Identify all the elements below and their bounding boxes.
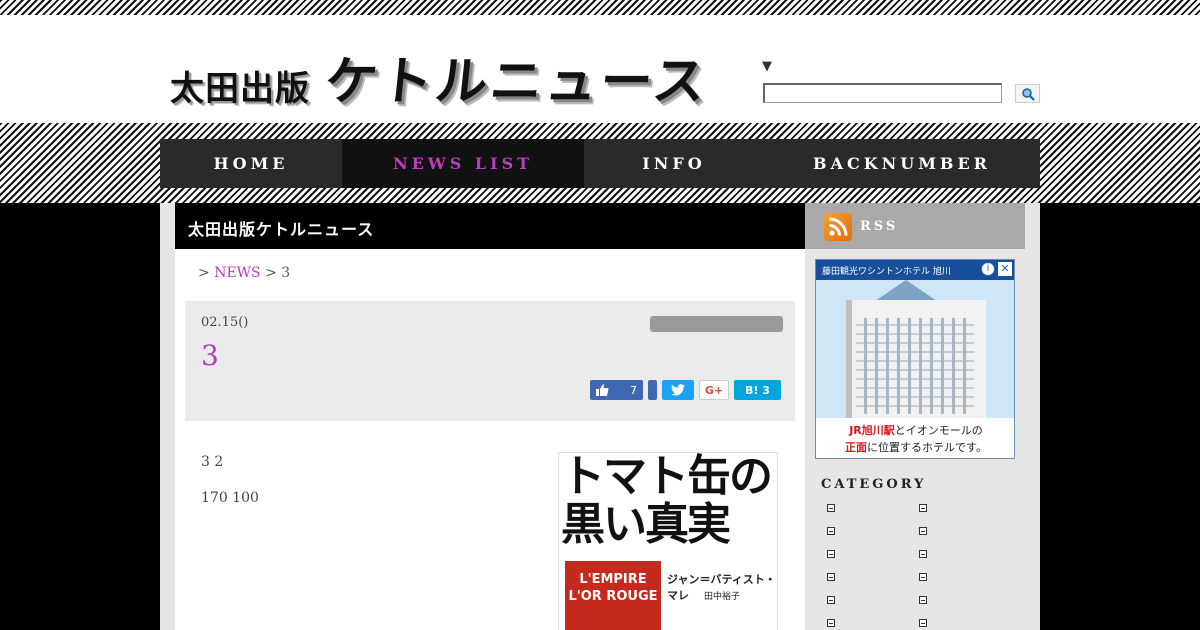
main-content: 太田出版ケトルニュース > NEWS > 3 02.15() 3 7 G+ B!… bbox=[175, 203, 805, 630]
ad-caption-text: に位置するホテルです。 bbox=[867, 441, 987, 454]
category-list bbox=[827, 501, 1017, 629]
logo-site-name: ケトルニュース bbox=[322, 52, 711, 112]
hotel-windows-illustration bbox=[856, 318, 974, 414]
nav-info[interactable]: INFO bbox=[584, 139, 764, 188]
logo-publisher: 太田出版 bbox=[170, 69, 310, 109]
bullet-icon bbox=[827, 595, 835, 604]
hatena-label: B! bbox=[745, 383, 759, 397]
bullet-icon bbox=[827, 526, 835, 535]
close-icon[interactable]: ✕ bbox=[998, 262, 1012, 276]
search-toggle[interactable]: ▼ bbox=[762, 59, 772, 74]
ad-caption-highlight: JR旭川駅 bbox=[849, 424, 895, 437]
hatena-bookmark-button[interactable]: B! 3 bbox=[734, 380, 781, 400]
site-logo[interactable]: 太田出版 ケトルニュース bbox=[170, 39, 711, 114]
hatena-count: 3 bbox=[762, 383, 770, 397]
rss-bar[interactable]: RSS bbox=[805, 203, 1025, 249]
category-item[interactable] bbox=[919, 524, 1011, 537]
entry-meta-bar bbox=[650, 316, 783, 332]
search-input[interactable] bbox=[763, 83, 1002, 103]
category-title: CATEGORY bbox=[821, 477, 927, 492]
bullet-icon bbox=[827, 618, 835, 627]
bullet-icon bbox=[827, 503, 835, 512]
nav-home[interactable]: HOME bbox=[160, 139, 342, 188]
nav-backnumber[interactable]: BACKNUMBER bbox=[764, 139, 1040, 188]
top-stripe-decoration bbox=[0, 0, 1200, 15]
rss-icon bbox=[824, 213, 852, 241]
book-title-line: 黒い真実 bbox=[561, 499, 731, 550]
bullet-icon bbox=[827, 549, 835, 558]
category-item[interactable] bbox=[827, 547, 919, 560]
bullet-icon bbox=[919, 572, 927, 581]
breadcrumb-separator: > bbox=[198, 265, 210, 281]
bullet-icon bbox=[919, 618, 927, 627]
category-item[interactable] bbox=[919, 570, 1011, 583]
twitter-icon bbox=[671, 384, 685, 396]
category-item[interactable] bbox=[919, 616, 1011, 629]
main-nav: HOME NEWS LIST INFO BACKNUMBER bbox=[160, 139, 1040, 188]
bullet-icon bbox=[827, 572, 835, 581]
advertisement-banner[interactable]: 藤田観光ワシントンホテル 旭川 i ✕ JR旭川駅とイオンモールの 正面に位置す… bbox=[815, 259, 1015, 459]
nav-news-list[interactable]: NEWS LIST bbox=[342, 139, 584, 188]
tomato-can-illustration: L'EMPIRE L'OR ROUGE bbox=[565, 561, 661, 630]
book-cover-image[interactable]: トマト缶の 黒い真実 L'EMPIRE L'OR ROUGE ジャン＝バティスト… bbox=[558, 452, 778, 630]
category-item[interactable] bbox=[919, 501, 1011, 514]
article-paragraph: 3 2 bbox=[201, 454, 224, 470]
category-item[interactable] bbox=[827, 501, 919, 514]
article-body: 3 2 170 100 bbox=[201, 449, 531, 521]
category-item[interactable] bbox=[827, 616, 919, 629]
category-item[interactable] bbox=[919, 547, 1011, 560]
breadcrumb-separator: > bbox=[265, 265, 277, 281]
ad-caption: JR旭川駅とイオンモールの 正面に位置するホテルです。 bbox=[816, 418, 1014, 458]
can-label-line: L'OR ROUGE bbox=[568, 589, 658, 604]
book-title-line: トマト缶の bbox=[561, 452, 773, 502]
bullet-icon bbox=[919, 503, 927, 512]
thumbs-up-icon bbox=[596, 384, 609, 396]
breadcrumb-link-news[interactable]: NEWS bbox=[214, 265, 260, 281]
info-icon[interactable]: i bbox=[981, 262, 995, 276]
sidebar: RSS 藤田観光ワシントンホテル 旭川 i ✕ JR旭川駅とイオンモールの 正面… bbox=[805, 203, 1025, 630]
breadcrumb-current: 3 bbox=[281, 265, 291, 281]
category-item[interactable] bbox=[827, 524, 919, 537]
entry-date: 02.15() bbox=[201, 315, 249, 330]
facebook-share-button[interactable] bbox=[648, 380, 657, 400]
bullet-icon bbox=[919, 549, 927, 558]
category-item[interactable] bbox=[827, 570, 919, 583]
entry-header: 02.15() 3 7 G+ B! 3 bbox=[185, 301, 795, 421]
category-item[interactable] bbox=[827, 593, 919, 606]
facebook-like-button[interactable]: 7 bbox=[590, 380, 643, 400]
article-paragraph: 170 100 bbox=[201, 490, 259, 506]
site-header: 太田出版 ケトルニュース ▼ bbox=[0, 15, 1200, 123]
rss-label: RSS bbox=[860, 219, 899, 234]
breadcrumb: > NEWS > 3 bbox=[198, 265, 290, 281]
share-buttons: 7 G+ B! 3 bbox=[590, 380, 781, 400]
google-plus-button[interactable]: G+ bbox=[699, 380, 729, 400]
category-item[interactable] bbox=[919, 593, 1011, 606]
search-icon bbox=[1021, 87, 1035, 101]
section-title: 太田出版ケトルニュース bbox=[175, 203, 805, 249]
content-frame-right bbox=[1025, 203, 1040, 630]
twitter-button[interactable] bbox=[662, 380, 694, 400]
bullet-icon bbox=[919, 595, 927, 604]
ad-caption-highlight: 正面 bbox=[845, 441, 868, 454]
entry-title: 3 bbox=[201, 339, 219, 372]
ad-caption-text: とイオンモールの bbox=[894, 424, 983, 437]
can-label-line: L'EMPIRE bbox=[579, 572, 647, 587]
facebook-like-count: 7 bbox=[630, 383, 637, 397]
bullet-icon bbox=[919, 526, 927, 535]
content-frame-left bbox=[160, 203, 175, 630]
book-translator: 田中裕子 bbox=[704, 592, 741, 602]
search-button[interactable] bbox=[1015, 84, 1040, 103]
